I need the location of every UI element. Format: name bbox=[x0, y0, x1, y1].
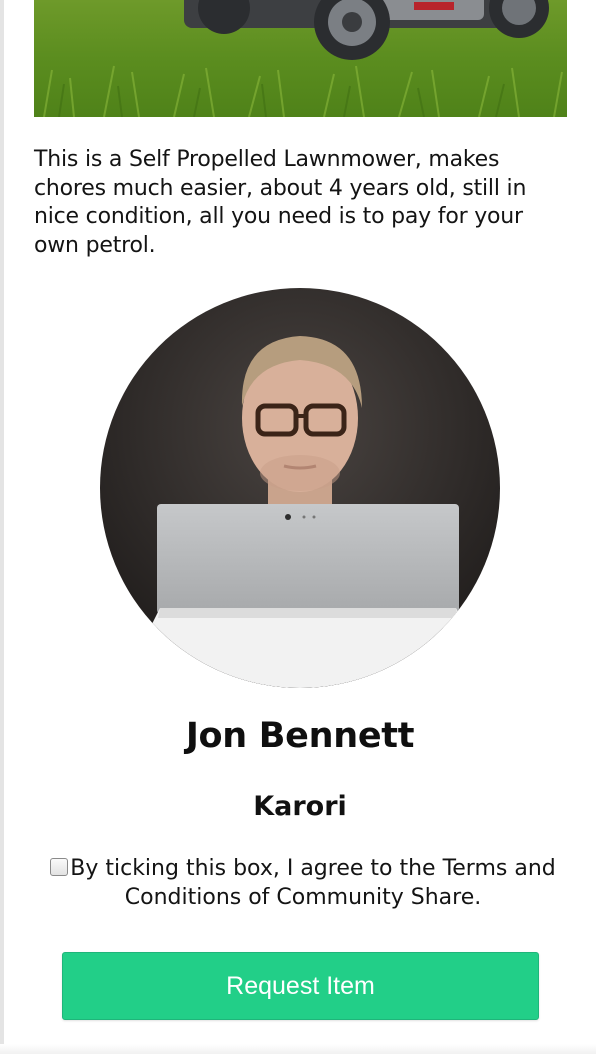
request-item-button[interactable]: Request Item bbox=[62, 952, 539, 1020]
page-left-border bbox=[0, 0, 4, 1054]
owner-avatar bbox=[100, 288, 500, 688]
owner-location: Karori bbox=[253, 791, 347, 822]
item-photo bbox=[34, 0, 567, 117]
terms-label: By ticking this box, I agree to the Term… bbox=[70, 856, 556, 910]
owner-name: Jon Bennett bbox=[185, 716, 415, 756]
terms-agreement: By ticking this box, I agree to the Term… bbox=[36, 854, 570, 912]
terms-checkbox[interactable] bbox=[50, 858, 69, 876]
item-description: This is a Self Propelled Lawnmower, make… bbox=[34, 147, 527, 258]
footer-shade bbox=[0, 1044, 596, 1054]
